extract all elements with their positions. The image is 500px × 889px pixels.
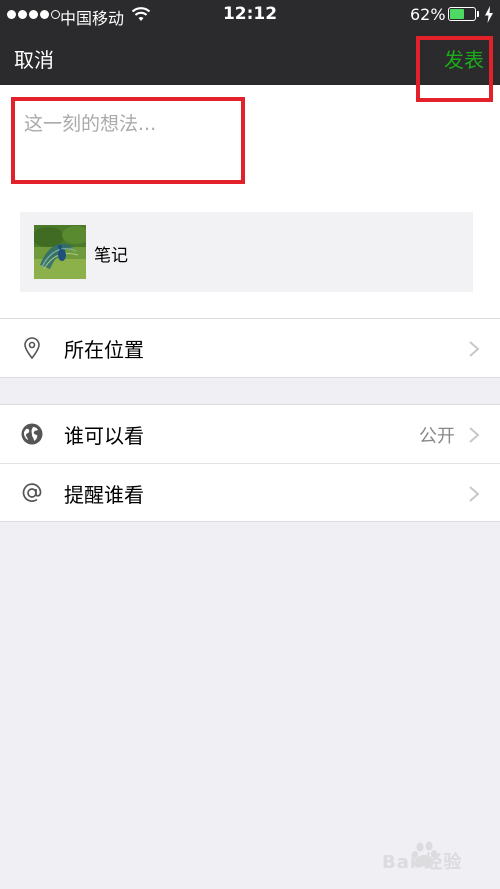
location-row[interactable]: 所在位置 [0,319,500,377]
watermark-text: Bai 经验 [382,852,463,873]
battery-icon [448,7,476,21]
attachment-label: 笔记 [94,246,128,266]
charging-bolt-icon [485,6,493,23]
attachment-item[interactable]: 笔记 [20,212,473,292]
attachment-thumbnail[interactable] [34,225,86,279]
battery-percent: 62% [410,5,446,24]
location-label: 所在位置 [64,338,144,362]
at-sign-icon [22,483,42,502]
location-pin-icon [24,337,40,360]
visibility-value: 公开 [419,426,455,447]
chevron-right-icon [469,341,480,357]
globe-icon [21,423,43,445]
visibility-row[interactable]: 谁可以看 公开 [0,405,500,463]
battery-cap [477,11,479,17]
cancel-button[interactable]: 取消 [14,44,54,73]
battery-level-fill [450,9,464,19]
annotation-box-text [11,97,245,184]
status-bar: 中国移动 12:12 62% [0,0,500,30]
privacy-group: 谁可以看 公开 提醒谁看 [0,404,500,522]
chevron-right-icon [469,486,480,502]
annotation-box-publish [416,36,493,102]
mention-label: 提醒谁看 [64,483,144,507]
visibility-label: 谁可以看 [64,424,144,448]
mention-row[interactable]: 提醒谁看 [0,463,500,521]
location-group: 所在位置 [0,318,500,378]
chevron-right-icon [469,427,480,443]
